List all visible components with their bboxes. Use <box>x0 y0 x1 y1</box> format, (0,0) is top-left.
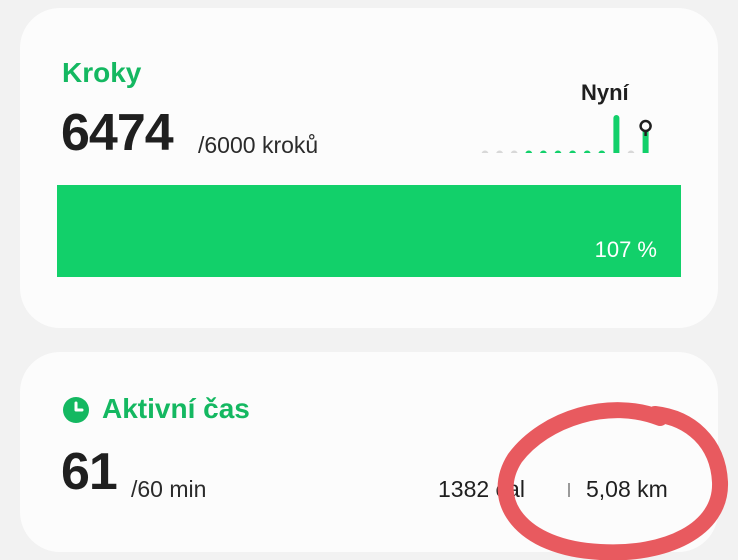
steps-progress-percent: 107 % <box>594 237 657 262</box>
hourly-dot-empty <box>627 150 635 153</box>
hourly-dot-active <box>598 150 606 153</box>
active-time-value: 61 <box>61 443 118 501</box>
hourly-dot-active <box>583 150 591 153</box>
steps-count: 6474 <box>61 104 174 162</box>
steps-title: Kroky <box>62 57 142 88</box>
hourly-dot-empty <box>496 150 503 153</box>
hourly-dot-active <box>569 150 576 153</box>
active-time-goal: /60 min <box>131 476 207 502</box>
hourly-dot-active <box>540 150 547 153</box>
calories-stat: 1382 cal <box>438 476 525 502</box>
map-pin-icon <box>639 119 652 136</box>
steps-progress-fill <box>57 185 681 277</box>
steps-goal: /6000 kroků <box>198 132 319 158</box>
hourly-dot-active <box>554 150 562 153</box>
hourly-dot-active <box>525 150 533 153</box>
steps-progress-bar: 107 % <box>57 185 681 277</box>
active-time-card[interactable]: Aktivní čas 61 /60 min 1382 cal 5,08 km <box>20 352 718 552</box>
distance-stat: 5,08 km <box>586 476 668 502</box>
hourly-steps-chart <box>481 115 652 153</box>
hourly-dot-empty <box>481 150 489 153</box>
clock-icon <box>63 397 89 423</box>
active-time-title: Aktivní čas <box>102 393 250 424</box>
hourly-bar <box>613 115 620 153</box>
steps-card[interactable]: Kroky 6474 /6000 kroků Nyní 107 % <box>20 8 718 328</box>
stat-divider <box>568 483 570 497</box>
hourly-dot-empty <box>510 150 518 153</box>
